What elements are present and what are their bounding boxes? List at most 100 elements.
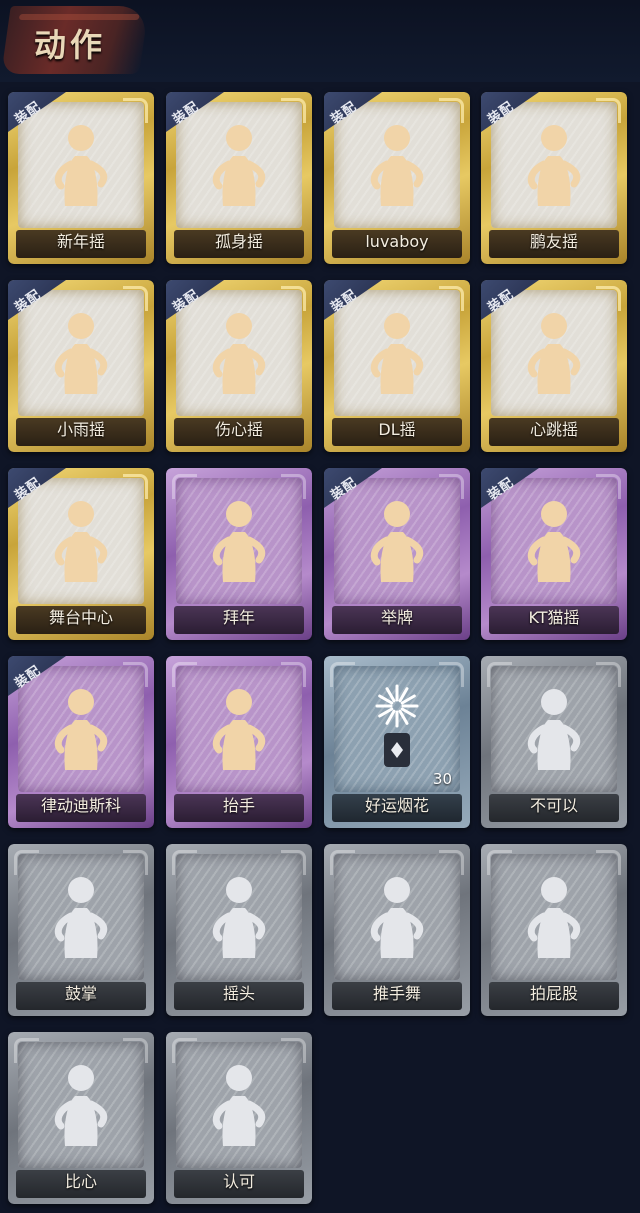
- emote-label: 孤身摇: [214, 232, 263, 251]
- emote-label: 心跳摇: [529, 420, 578, 439]
- emote-label: 举牌: [380, 608, 413, 627]
- emote-card[interactable]: KT猫摇 装配: [481, 468, 627, 640]
- heart-hands-icon: [212, 313, 266, 394]
- emote-label: 不可以: [529, 796, 578, 815]
- emote-card[interactable]: 律动迪斯科 装配: [8, 656, 154, 828]
- emote-card[interactable]: 心跳摇 装配: [481, 280, 627, 452]
- emote-card[interactable]: 伤心摇 装配: [166, 280, 312, 452]
- ornament-corner: [487, 662, 512, 687]
- ornament-corner: [281, 850, 306, 875]
- ornament-corner: [123, 662, 148, 687]
- emote-card[interactable]: 推手舞: [324, 844, 470, 1016]
- page-title: 动作: [34, 26, 107, 64]
- finger-heart-icon: [54, 1065, 108, 1146]
- header-bar: 动作: [0, 0, 640, 82]
- raise-hand-icon: [212, 689, 266, 770]
- ornament-corner: [330, 662, 355, 687]
- ornament-corner: [487, 850, 512, 875]
- emote-label: 比心: [64, 1172, 97, 1191]
- emote-label: KT猫摇: [528, 608, 580, 627]
- emote-card[interactable]: 孤身摇 装配: [166, 92, 312, 264]
- emote-label: 好运烟花: [364, 796, 429, 815]
- shake-head-icon: [212, 877, 266, 958]
- emote-label: 舞台中心: [48, 608, 113, 627]
- emote-card[interactable]: 30 好运烟花: [324, 656, 470, 828]
- ornament-corner: [596, 662, 621, 687]
- emote-card[interactable]: 小雨摇 装配: [8, 280, 154, 452]
- emote-label: 推手舞: [372, 984, 421, 1003]
- emote-card[interactable]: 鼓掌: [8, 844, 154, 1016]
- ornament-corner: [14, 850, 39, 875]
- solo-shake-icon: [212, 125, 266, 206]
- emote-label: 拜年: [222, 608, 255, 627]
- emote-label: 摇头: [222, 984, 255, 1003]
- friend-shake-icon: [527, 125, 581, 206]
- emote-card[interactable]: 举牌 装配: [324, 468, 470, 640]
- emote-label: 认可: [222, 1172, 255, 1191]
- ornament-corner: [123, 286, 148, 311]
- emote-card[interactable]: 鹏友摇 装配: [481, 92, 627, 264]
- rhythm-disco-icon: [54, 689, 108, 770]
- push-hand-dance-icon: [370, 877, 424, 958]
- clap-icon: [54, 877, 108, 958]
- dl-shake-icon: [370, 313, 424, 394]
- ornament-corner: [123, 1038, 148, 1063]
- ornament-corner: [281, 1038, 306, 1063]
- ornament-corner: [596, 474, 621, 499]
- ornament-corner: [172, 1038, 197, 1063]
- ornament-corner: [439, 474, 464, 499]
- emote-label: 新年摇: [56, 232, 105, 251]
- finger-wag-icon: [527, 689, 581, 770]
- heartbeat-shake-icon: [527, 313, 581, 394]
- ornament-corner: [123, 850, 148, 875]
- ornament-corner: [596, 98, 621, 123]
- ornament-corner: [439, 662, 464, 687]
- stage-center-icon: [54, 501, 108, 582]
- ornament-corner: [596, 286, 621, 311]
- emote-card[interactable]: luvaboy 装配: [324, 92, 470, 264]
- ornament-corner: [596, 850, 621, 875]
- ornament-corner: [281, 474, 306, 499]
- new-year-greeting-icon: [212, 501, 266, 582]
- emote-card[interactable]: 拍屁股: [481, 844, 627, 1016]
- hold-sign-icon: [370, 501, 424, 582]
- ornament-corner: [172, 662, 197, 687]
- emote-label: 小雨摇: [56, 420, 105, 439]
- kt-cat-shake-icon: [527, 501, 581, 582]
- thumbs-up-icon: [212, 1065, 266, 1146]
- emote-card[interactable]: 不可以: [481, 656, 627, 828]
- light-rain-shake-icon: [54, 313, 108, 394]
- ornament-corner: [123, 474, 148, 499]
- emote-label: 伤心摇: [214, 420, 263, 439]
- emote-label: 抬手: [222, 796, 255, 815]
- emote-card[interactable]: 抬手: [166, 656, 312, 828]
- emote-card[interactable]: 拜年: [166, 468, 312, 640]
- emote-card[interactable]: 比心: [8, 1032, 154, 1204]
- ornament-corner: [281, 286, 306, 311]
- firework-icon: [375, 684, 419, 767]
- emote-card[interactable]: 舞台中心 装配: [8, 468, 154, 640]
- emote-label: 律动迪斯科: [40, 796, 121, 815]
- ornament-corner: [439, 98, 464, 123]
- emote-card[interactable]: 摇头: [166, 844, 312, 1016]
- ornament-corner: [172, 850, 197, 875]
- emote-card[interactable]: 认可: [166, 1032, 312, 1204]
- ornament-corner: [14, 1038, 39, 1063]
- emote-label: DL摇: [378, 420, 416, 439]
- emote-label: 鹏友摇: [529, 232, 578, 251]
- ornament-corner: [330, 850, 355, 875]
- ornament-corner: [172, 474, 197, 499]
- ornament-corner: [439, 286, 464, 311]
- item-count: 30: [432, 770, 452, 788]
- emote-label: 拍屁股: [529, 984, 578, 1003]
- emote-card[interactable]: DL摇 装配: [324, 280, 470, 452]
- ornament-corner: [439, 850, 464, 875]
- ornament-corner: [281, 662, 306, 687]
- slap-butt-icon: [527, 877, 581, 958]
- luvaboy-icon: [370, 125, 424, 206]
- new-year-shake-icon: [54, 125, 108, 206]
- emote-label: 鼓掌: [64, 984, 97, 1003]
- ornament-corner: [123, 98, 148, 123]
- emote-card[interactable]: 新年摇 装配: [8, 92, 154, 264]
- ornament-corner: [281, 98, 306, 123]
